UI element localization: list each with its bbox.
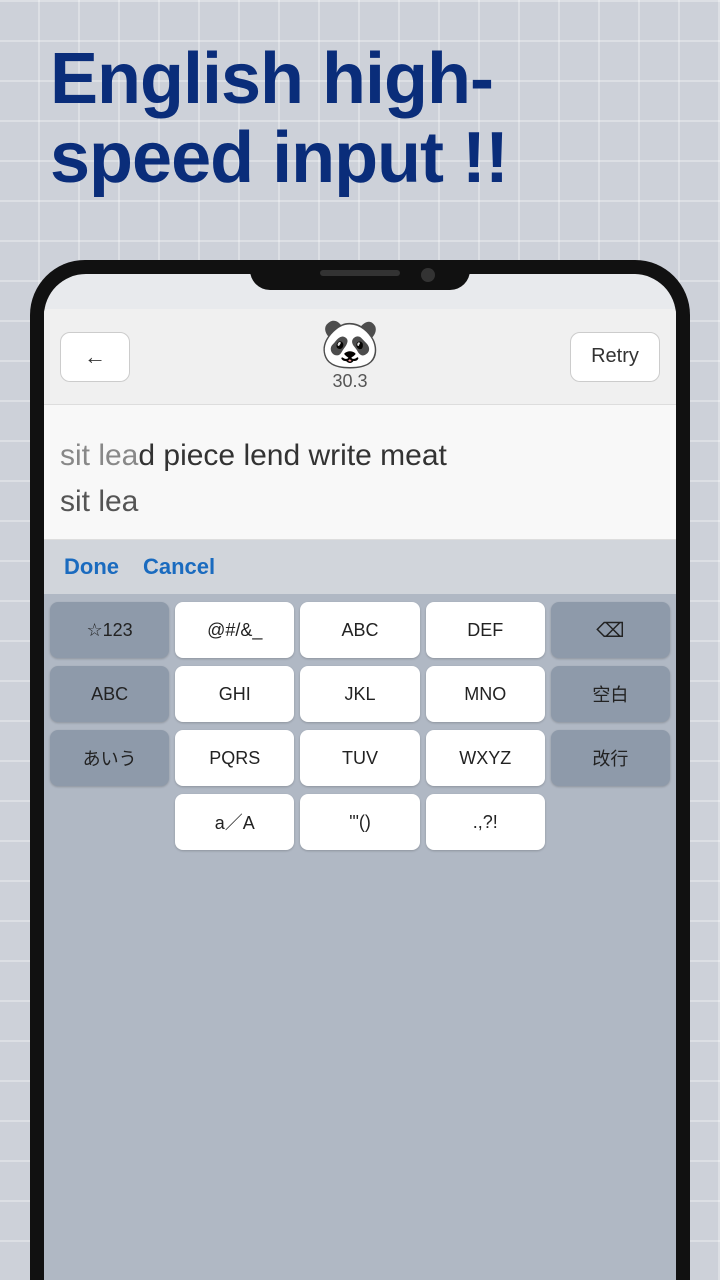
target-text: sit lead piece lend write meat	[60, 435, 660, 477]
key-star123[interactable]: ☆123	[50, 602, 169, 658]
panda-mascot: 🐼	[320, 321, 380, 369]
back-button[interactable]: ←	[60, 332, 130, 382]
key-space-jp[interactable]: 空白	[551, 666, 670, 722]
key-case-toggle[interactable]: a／A	[175, 794, 294, 850]
title-line2: speed input !!	[50, 118, 508, 198]
top-bar: ← 🐼 30.3 Retry	[44, 309, 676, 405]
retry-label: Retry	[591, 345, 639, 368]
back-icon: ←	[84, 344, 106, 370]
delete-key[interactable]: ⌫	[551, 602, 670, 658]
phone-screen: ← 🐼 30.3 Retry sit lead piece lend write…	[44, 274, 676, 1280]
notch-speaker	[320, 270, 400, 276]
key-quotes[interactable]: '"()	[300, 794, 419, 850]
keyboard-row-1: ☆123 @#/&_ ABC DEF ⌫	[50, 602, 670, 658]
keyboard-area: ☆123 @#/&_ ABC DEF ⌫	[44, 594, 676, 1280]
typed-portion: sit lea	[60, 439, 138, 472]
title-section: English high- speed input !!	[0, 40, 720, 198]
retry-button[interactable]: Retry	[570, 332, 660, 382]
key-jkl[interactable]: JKL	[300, 666, 419, 722]
key-def[interactable]: DEF	[426, 602, 545, 658]
key-mno[interactable]: MNO	[426, 666, 545, 722]
panda-area: 🐼 30.3	[320, 321, 380, 392]
key-wxyz[interactable]: WXYZ	[426, 730, 545, 786]
text-display-area: sit lead piece lend write meat sit lea	[44, 405, 676, 540]
key-ghi[interactable]: GHI	[175, 666, 294, 722]
key-punctuation[interactable]: .,?!	[426, 794, 545, 850]
key-pqrs[interactable]: PQRS	[175, 730, 294, 786]
key-enter[interactable]: 改行	[551, 730, 670, 786]
phone-notch	[250, 260, 470, 290]
title-line1: English high-	[50, 39, 493, 119]
remaining-portion: d piece lend write meat	[138, 439, 447, 472]
keyboard-row-4: a／A '"() .,?!	[50, 794, 670, 850]
main-title: English high- speed input !!	[50, 40, 670, 198]
key-abc-left[interactable]: ABC	[50, 666, 169, 722]
key-tuv[interactable]: TUV	[300, 730, 419, 786]
key-aiueo[interactable]: あいう	[50, 730, 169, 786]
input-text: sit lea	[60, 485, 660, 519]
key-symbols[interactable]: @#/&_	[175, 602, 294, 658]
keyboard-row-3: あいう PQRS TUV WXYZ 改行	[50, 730, 670, 786]
done-button[interactable]: Done	[64, 554, 119, 580]
cancel-button[interactable]: Cancel	[143, 554, 215, 580]
app-content: ← 🐼 30.3 Retry sit lead piece lend write…	[44, 309, 676, 1280]
score-display: 30.3	[332, 371, 367, 392]
key-abc-top[interactable]: ABC	[300, 602, 419, 658]
action-bar: Done Cancel	[44, 540, 676, 594]
delete-icon: ⌫	[596, 618, 624, 643]
notch-camera	[421, 268, 435, 282]
phone-frame: ← 🐼 30.3 Retry sit lead piece lend write…	[30, 260, 690, 1280]
keyboard-row-2: ABC GHI JKL MNO 空白	[50, 666, 670, 722]
